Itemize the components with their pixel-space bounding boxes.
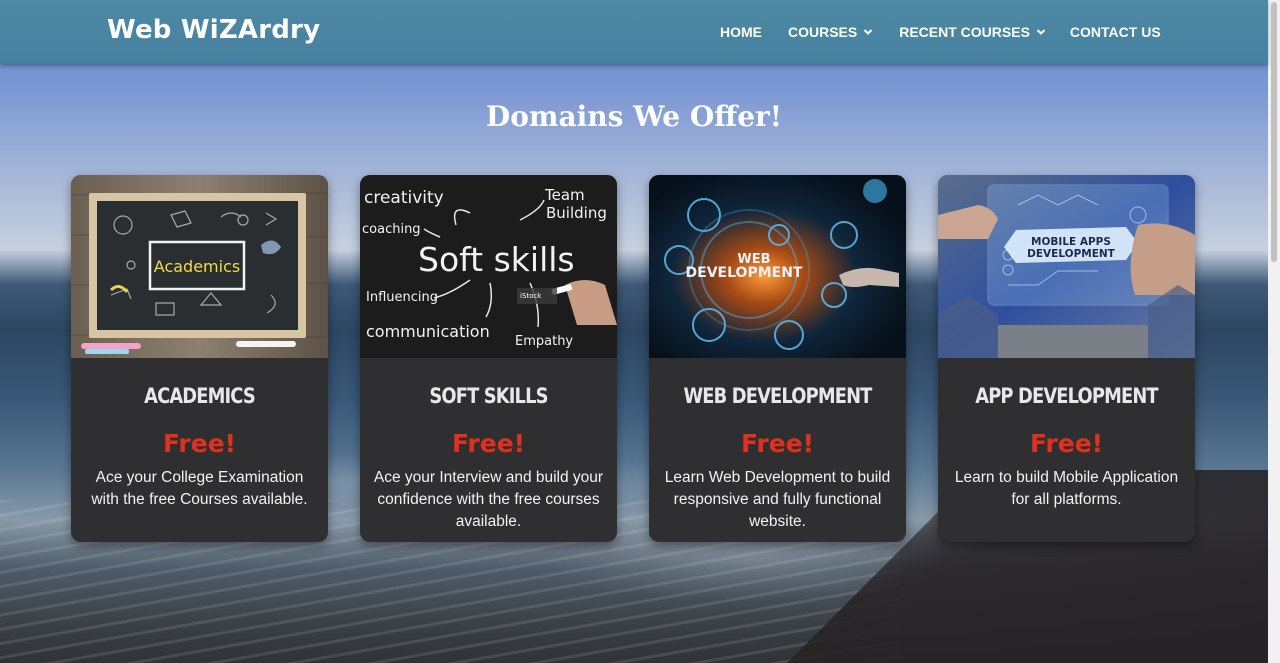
web-development-image: WEB DEVELOPMENT — [649, 175, 906, 358]
card-soft-skills[interactable]: creativity Team Building coaching Soft s… — [360, 175, 617, 542]
card-description: Learn Web Development to build responsiv… — [664, 469, 891, 530]
nav-recent-courses-dropdown[interactable]: RECENT COURSES — [899, 24, 1046, 40]
soft-skills-watermark: iStock — [520, 292, 542, 300]
nav-contact-link[interactable]: CONTACT US — [1070, 24, 1161, 40]
nav-recent-courses-label: RECENT COURSES — [899, 24, 1030, 40]
app-dev-image-label: MOBILE APPS — [1031, 236, 1111, 248]
svg-text:Team: Team — [544, 186, 585, 204]
nav-courses-dropdown[interactable]: COURSES — [788, 24, 873, 40]
card-price: Free! — [451, 429, 526, 458]
svg-text:Building: Building — [546, 204, 607, 222]
card-description: Ace your Interview and build your confid… — [373, 469, 604, 530]
card-academics[interactable]: Academics ACADEMICS Free! Ace your Colle… — [71, 175, 328, 542]
card-description: Ace your College Examination with the fr… — [91, 469, 308, 508]
card-price: Free! — [162, 429, 237, 458]
nav-home-link[interactable]: HOME — [720, 24, 762, 40]
card-web-development[interactable]: WEB DEVELOPMENT WEB DEVELOPMENT Free! Le… — [649, 175, 906, 542]
card-price: Free! — [1029, 429, 1104, 458]
page-scrollbar[interactable] — [1268, 0, 1280, 663]
card-app-development[interactable]: MOBILE APPS DEVELOPMENT APP DEVELOPMENT … — [938, 175, 1195, 542]
academics-chalk-label: Academics — [154, 257, 240, 276]
nav-home-label: HOME — [720, 24, 762, 40]
chevron-down-icon — [1036, 29, 1046, 35]
nav-links: HOME COURSES RECENT COURSES CONTACT US — [720, 24, 1161, 40]
svg-text:DEVELOPMENT: DEVELOPMENT — [686, 265, 803, 281]
card-title: APP DEVELOPMENT — [975, 384, 1158, 408]
svg-text:coaching: coaching — [362, 222, 421, 237]
page-title: Domains We Offer! — [485, 100, 783, 133]
brand-logo[interactable]: Web WiZArdry — [107, 15, 320, 45]
card-price: Free! — [740, 429, 815, 458]
svg-text:Empathy: Empathy — [515, 334, 573, 349]
svg-text:Influencing: Influencing — [366, 290, 438, 305]
academics-image: Academics — [71, 175, 328, 358]
svg-text:communication: communication — [366, 322, 490, 341]
nav-courses-label: COURSES — [788, 24, 858, 40]
navbar: Web WiZArdry HOME COURSES RECENT COURSES… — [0, 0, 1268, 64]
svg-text:DEVELOPMENT: DEVELOPMENT — [1027, 248, 1116, 260]
card-title: ACADEMICS — [144, 384, 256, 408]
card-title: WEB DEVELOPMENT — [683, 384, 872, 408]
app-development-image: MOBILE APPS DEVELOPMENT — [938, 175, 1195, 358]
scrollbar-thumb[interactable] — [1271, 2, 1277, 262]
chevron-down-icon — [864, 29, 873, 35]
soft-skills-image: creativity Team Building coaching Soft s… — [360, 175, 617, 358]
svg-text:creativity: creativity — [364, 188, 444, 208]
svg-text:Soft skills: Soft skills — [418, 240, 575, 279]
card-title: SOFT SKILLS — [429, 384, 548, 408]
card-description: Learn to build Mobile Application for al… — [954, 469, 1179, 508]
nav-contact-label: CONTACT US — [1069, 24, 1161, 40]
